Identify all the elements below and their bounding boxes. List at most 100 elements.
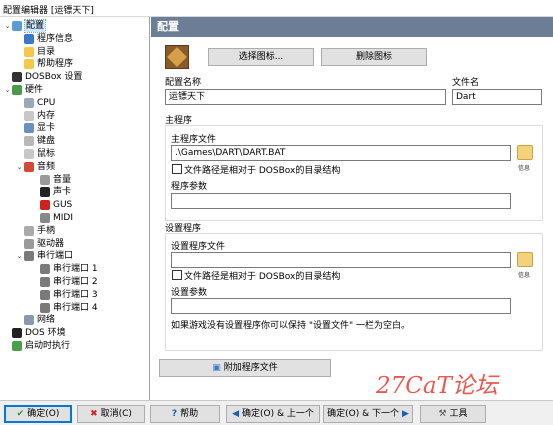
filename-input[interactable]: Dart xyxy=(452,89,542,105)
tree-item-icon xyxy=(24,161,34,172)
tree-item-label: 网络 xyxy=(37,315,56,326)
additional-files-icon: ▣ xyxy=(212,363,221,373)
tree-item-icon xyxy=(24,46,34,57)
select-icon-button[interactable]: 选择图标... xyxy=(208,48,314,66)
tree-item-icon xyxy=(12,21,22,31)
cancel-label: 取消(C) xyxy=(100,409,132,419)
ok-next-button[interactable]: 确定(O) & 下一个 ▶ xyxy=(323,405,413,423)
ok-prev-button[interactable]: ◀ 确定(O) & 上一个 xyxy=(226,405,320,423)
tree-item-label: MIDI xyxy=(53,213,74,223)
config-name-input[interactable]: 运镖天下 xyxy=(165,89,446,105)
setup-program-browse-icon[interactable] xyxy=(517,252,533,267)
config-tree[interactable]: ⌄ 配置 程序信息 目录帮助程序 DOSBox 设置 ⌄ 硬件 CPU 内存显卡 键盘鼠标 ⌄ 音频音… xyxy=(0,17,150,400)
tree-item-icon xyxy=(24,238,34,249)
additional-files-button[interactable]: ▣ 附加程序文件 xyxy=(159,359,331,377)
tree-item-icon xyxy=(40,174,50,185)
tree-item-label: 显卡 xyxy=(37,123,56,134)
main-program-browse-icon[interactable] xyxy=(517,145,533,160)
tree-item-label: 目录 xyxy=(37,46,56,57)
setup-params-input[interactable] xyxy=(171,298,511,314)
bottom-bar: ✔ 确定(O) ✖ 取消(C) ? 帮助 ◀ 确定(O) & 上一个 确定(O) & 下… xyxy=(0,400,553,425)
tree-item-icon xyxy=(40,200,50,211)
tree-item-label: 硬件 xyxy=(25,85,44,95)
tools-button[interactable]: ⚒ 工具 xyxy=(420,405,486,423)
collapse-chevron-icon[interactable]: ⌄ xyxy=(15,161,24,173)
tree-item[interactable]: 网络 xyxy=(15,314,55,326)
tree-item[interactable]: 手柄 xyxy=(15,225,55,237)
tree-item-label: 鼠标 xyxy=(37,149,56,159)
tree-item-icon xyxy=(40,213,50,223)
collapse-chevron-icon[interactable]: ⌄ xyxy=(3,20,12,32)
tree-item[interactable]: 串行端口 2 xyxy=(31,276,98,288)
tree-item-label: 串行端口 1 xyxy=(53,264,98,275)
program-params-input[interactable] xyxy=(171,193,511,209)
tree-item[interactable]: MIDI xyxy=(31,212,73,224)
collapse-chevron-icon[interactable]: ⌄ xyxy=(15,250,24,262)
tree-item[interactable]: 串行端口 4 xyxy=(31,302,98,314)
tree-item[interactable]: ⌄ 串行端口 xyxy=(15,250,73,262)
tree-item[interactable]: 音量 xyxy=(31,174,71,186)
tree-item[interactable]: DOS 环境 xyxy=(3,327,66,339)
main-program-relative-label: 文件路径是相对于 DOSBox的目录结构 xyxy=(184,166,341,176)
setup-program-file-label: 设置程序文件 xyxy=(171,242,226,252)
delete-icon-button[interactable]: 删除图标 xyxy=(321,48,427,66)
tree-item[interactable]: CPU xyxy=(15,97,55,109)
tree-item[interactable]: 声卡 xyxy=(31,186,71,198)
panel-header: 配置 xyxy=(151,17,553,37)
main-program-file-input[interactable]: .\Games\DART\DART.BAT xyxy=(171,145,511,161)
tree-item-icon xyxy=(12,72,22,83)
watermark: 27CaT论坛 xyxy=(376,373,498,399)
arrow-left-icon: ◀ xyxy=(232,409,240,419)
tree-item[interactable]: GUS xyxy=(31,199,72,211)
ok-button[interactable]: ✔ 确定(O) xyxy=(4,405,72,423)
window-title: 配置编辑器 [运镖天下] xyxy=(3,6,94,16)
tree-item[interactable]: 内存 xyxy=(15,110,55,122)
setup-hint-text: 如果游戏没有设置程序你可以保持 "设置文件" 一栏为空白。 xyxy=(171,321,411,331)
tree-item-icon xyxy=(24,33,34,44)
game-icon[interactable] xyxy=(165,45,189,69)
tree-item[interactable]: ⌄ 硬件 xyxy=(3,84,43,96)
main-program-info-note[interactable]: 信息 xyxy=(518,163,530,172)
collapse-chevron-icon[interactable]: ⌄ xyxy=(3,84,12,96)
tree-item-label: 串行端口 4 xyxy=(53,302,98,313)
tree-item[interactable]: 程序信息 xyxy=(15,33,73,45)
tree-item[interactable]: 键盘 xyxy=(15,135,55,147)
tree-item-label: DOSBox 设置 xyxy=(25,72,83,83)
tree-item[interactable]: 驱动器 xyxy=(15,238,64,250)
tree-item[interactable]: 启动时执行 xyxy=(3,340,70,352)
tree-item-icon xyxy=(24,136,34,147)
tree-item[interactable]: 目录 xyxy=(15,46,55,58)
tools-label: 工具 xyxy=(449,409,468,419)
tree-item-label: 手柄 xyxy=(37,225,56,236)
tree-item[interactable]: 帮助程序 xyxy=(15,58,73,70)
tree-item-label: 内存 xyxy=(37,110,56,121)
tree-item-label: 串行端口 3 xyxy=(53,289,98,300)
filename-label: 文件名 xyxy=(452,78,480,88)
tree-item-icon xyxy=(12,328,22,339)
tree-item-label: 声卡 xyxy=(53,187,72,198)
cancel-button[interactable]: ✖ 取消(C) xyxy=(77,405,145,423)
tree-item-icon xyxy=(24,149,34,159)
help-button[interactable]: ? 帮助 xyxy=(150,405,220,423)
tree-item[interactable]: 串行端口 3 xyxy=(31,289,98,301)
title-bar: 配置编辑器 [运镖天下] xyxy=(0,0,553,17)
tree-item-icon xyxy=(40,264,50,275)
setup-params-label: 设置参数 xyxy=(171,288,208,298)
tree-item-label: DOS 环境 xyxy=(25,328,66,339)
tools-icon: ⚒ xyxy=(438,409,447,419)
tree-item[interactable]: 显卡 xyxy=(15,122,55,134)
main-program-relative-checkbox[interactable] xyxy=(172,164,182,174)
tree-item-icon xyxy=(40,277,50,287)
setup-program-relative-checkbox[interactable] xyxy=(172,270,182,280)
tree-item[interactable]: 鼠标 xyxy=(15,148,55,160)
tree-item-icon xyxy=(40,302,50,313)
tree-item[interactable]: DOSBox 设置 xyxy=(3,71,82,83)
setup-program-file-input[interactable] xyxy=(171,252,511,268)
setup-program-info-note[interactable]: 信息 xyxy=(518,270,530,279)
tree-item[interactable]: 串行端口 1 xyxy=(31,263,98,275)
check-icon: ✔ xyxy=(16,409,25,419)
tree-item-label: 帮助程序 xyxy=(37,59,74,70)
ok-prev-label: 确定(O) & 上一个 xyxy=(242,409,314,419)
tree-item[interactable]: ⌄ 配置 xyxy=(3,19,47,33)
tree-item[interactable]: ⌄ 音频 xyxy=(15,161,55,173)
